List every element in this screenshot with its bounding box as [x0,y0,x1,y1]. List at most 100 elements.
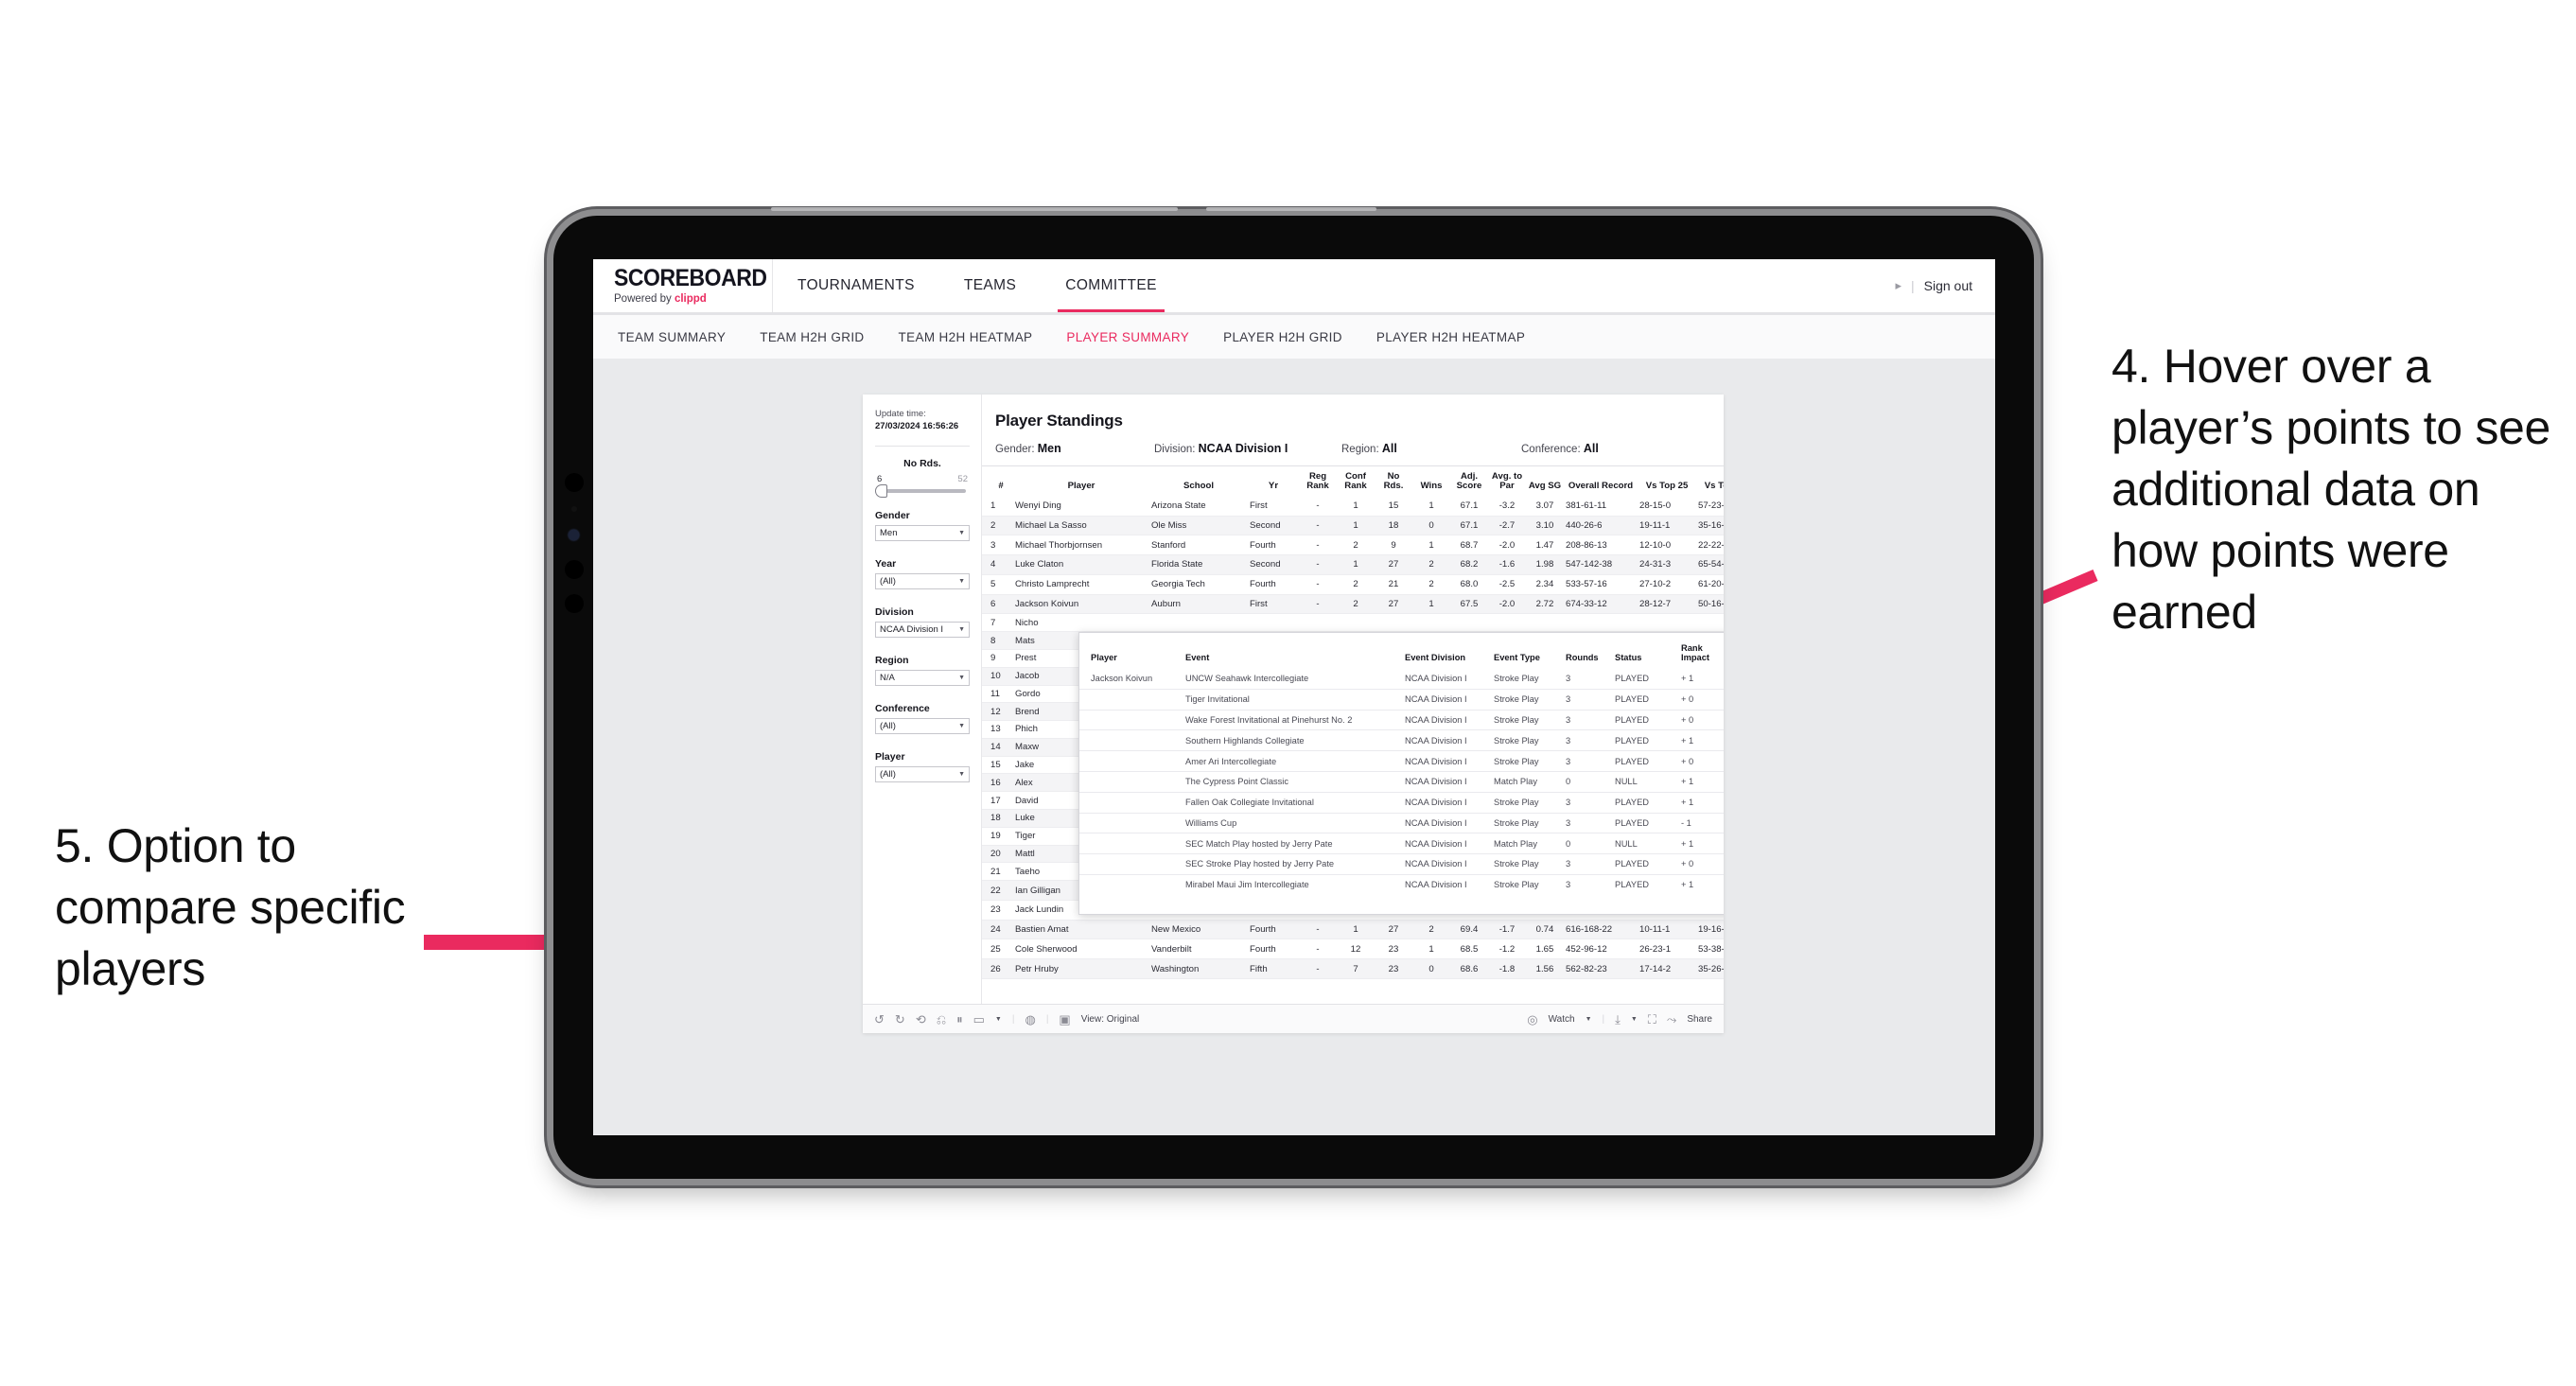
help-icon[interactable]: ◍ [1025,1013,1035,1026]
table-row[interactable]: 3 Michael Thorbjornsen Stanford Fourth -2 9 1 6… [982,535,1724,556]
col-wins[interactable]: Wins [1412,466,1450,497]
watch-icon[interactable]: ◎ [1527,1013,1537,1026]
player-cell: Michael Thorbjornsen [1013,535,1149,556]
table-row[interactable]: 26 Petr Hruby Washington Fifth -7 23 0 68.6 -1.8… [982,958,1724,980]
table-row[interactable]: 2 Michael La Sasso Ole Miss Second -1 18 0 67.1… [982,516,1724,536]
filter-division-label: Division [875,605,914,618]
col-school[interactable]: School [1149,466,1248,497]
vs-top-50-cell [1696,613,1724,633]
rank-cell: 8 [982,631,1013,650]
dashboard-canvas: Update time: 27/03/2024 16:56:26 No Rds.… [593,359,1995,1135]
filter-year: Year (All) ▼ [875,558,970,589]
tt-event-division-cell: NCAA Division I [1401,873,1490,895]
tab-team-h2h-grid[interactable]: TEAM H2H GRID [743,330,881,344]
no-rounds-scale: 6 52 [877,474,968,484]
fullscreen-icon[interactable]: ⛶ [1648,1013,1656,1026]
view-label[interactable]: View: Original [1081,1014,1140,1025]
col-rank[interactable]: # [982,466,1013,497]
redo-icon[interactable]: ↻ [895,1013,905,1026]
undo-icon[interactable]: ↺ [874,1013,885,1026]
school-cell: New Mexico [1149,920,1248,940]
no-rds-cell: 23 [1375,939,1412,960]
tt-event-division-cell: NCAA Division I [1401,833,1490,854]
col-no-rds[interactable]: No Rds. [1375,466,1412,497]
summary-gender-label: Gender: [995,444,1038,455]
sign-out-link[interactable]: Sign out [1924,278,1972,293]
rank-cell: 10 [982,667,1013,686]
rectangle-select-icon[interactable]: ▭ [973,1013,985,1026]
no-rounds-slider-track[interactable] [875,483,966,498]
tt-status-cell: PLAYED [1611,750,1677,772]
table-row[interactable]: 25 Cole Sherwood Vanderbilt Fourth -12 23 1 68.… [982,939,1724,960]
overall-record-cell: 674-33-12 [1564,594,1638,615]
chevron-down-icon[interactable]: ▼ [1631,1016,1638,1023]
col-overall-record[interactable]: Overall Record [1564,466,1638,497]
nav-item-teams[interactable]: TEAMS [939,259,1041,312]
tab-player-h2h-grid[interactable]: PLAYER H2H GRID [1206,330,1359,344]
pause-updates-icon[interactable]: ⏸ [956,1013,963,1026]
summary-region: Region: All [1341,442,1521,455]
rank-cell: 7 [982,613,1013,633]
table-row[interactable]: 1 Wenyi Ding Arizona State First -1 15 1 67.1 -3… [982,496,1724,517]
table-row[interactable]: 4 Luke Claton Florida State Second -1 27 2 68.2… [982,554,1724,575]
table-row[interactable]: 24 Bastien Amat New Mexico Fourth -1 27 2 69.4-… [982,920,1724,940]
adj-score-cell [1450,613,1488,633]
col-adj-score[interactable]: Adj. Score [1450,466,1488,497]
col-avg-to-par[interactable]: Avg. to Par [1488,466,1526,497]
account-chevron-icon[interactable]: ▸ [1895,278,1901,293]
tt-event-type-cell: Stroke Play [1490,812,1562,833]
filter-conference-select[interactable]: (All) ▼ [875,717,970,734]
refresh-icon[interactable]: ⎌ [937,1013,946,1026]
filter-player-select[interactable]: (All) ▼ [875,765,970,782]
avg-sg-cell: 1.98 [1526,554,1564,575]
tt-rounds-cell: 3 [1562,729,1611,751]
col-vs-top-50[interactable]: Vs Top 50 [1696,466,1724,497]
tab-team-h2h-heatmap[interactable]: TEAM H2H HEATMAP [882,330,1050,344]
adj-score-cell: 69.4 [1450,920,1488,940]
col-player[interactable]: Player [1013,466,1149,497]
filter-conference-label: Conference [875,702,930,714]
watch-label[interactable]: Watch [1549,1014,1575,1025]
revert-icon[interactable]: ⟲ [916,1013,926,1026]
vs-top-25-cell: 12-10-0 [1638,535,1696,556]
col-conf-rank[interactable]: Conf Rank [1337,466,1375,497]
tt-status-cell: PLAYED [1611,709,1677,730]
summary-conference-label: Conference: [1521,444,1584,455]
vs-top-50-cell: 57-23-0 [1696,496,1724,517]
avg-to-par-cell: -2.0 [1488,535,1526,556]
tooltip-row: SEC Match Play hosted by Jerry Pate NCAA … [1079,833,1724,854]
filter-year-select[interactable]: (All) ▼ [875,572,970,589]
col-vs-top-25[interactable]: Vs Top 25 [1638,466,1696,497]
share-label[interactable]: Share [1687,1014,1712,1025]
nav-item-committee[interactable]: COMMITTEE [1041,259,1182,312]
table-row[interactable]: 6 Jackson Koivun Auburn First -2 27 1 67.5 -2.0 2… [982,594,1724,615]
share-icon[interactable]: ⤳ [1667,1013,1676,1026]
download-icon[interactable]: ⤓ [1615,1013,1621,1026]
app-logo[interactable]: SCOREBOARD Powered by clippd [593,259,773,312]
tt-event-type-cell: Stroke Play [1490,750,1562,772]
table-row[interactable]: 5 Christo Lamprecht Georgia Tech Fourth -2 21… [982,574,1724,595]
chevron-down-icon[interactable]: ▼ [995,1016,1002,1023]
no-rds-cell: 27 [1375,594,1412,615]
table-row[interactable]: 7 Nicho [982,613,1724,633]
tab-team-summary[interactable]: TEAM SUMMARY [601,330,743,344]
avg-sg-cell: 3.07 [1526,496,1564,517]
nav-item-tournaments[interactable]: TOURNAMENTS [773,259,939,312]
tab-player-summary[interactable]: PLAYER SUMMARY [1049,330,1206,344]
tt-col-event-type: Event Type [1494,653,1540,663]
filter-gender-select[interactable]: Men ▼ [875,524,970,541]
no-rounds-slider-handle[interactable] [875,483,887,498]
filter-division-select[interactable]: NCAA Division I ▼ [875,621,970,638]
avg-to-par-cell: -2.7 [1488,516,1526,536]
rank-cell: 3 [982,535,1013,556]
tab-player-h2h-heatmap[interactable]: PLAYER H2H HEATMAP [1359,330,1542,344]
yr-cell: Fourth [1248,574,1299,595]
col-reg-rank[interactable]: Reg Rank [1299,466,1337,497]
filter-region-select[interactable]: N/A ▼ [875,669,970,686]
chevron-down-icon: ▼ [958,722,965,729]
view-icon[interactable]: ▣ [1059,1013,1070,1026]
chevron-down-icon[interactable]: ▼ [1586,1016,1592,1023]
col-avg-sg[interactable]: Avg SG [1526,466,1564,497]
col-yr[interactable]: Yr [1248,466,1299,497]
tooltip-row: Jackson Koivun UNCW Seahawk Intercollegia… [1079,669,1724,689]
